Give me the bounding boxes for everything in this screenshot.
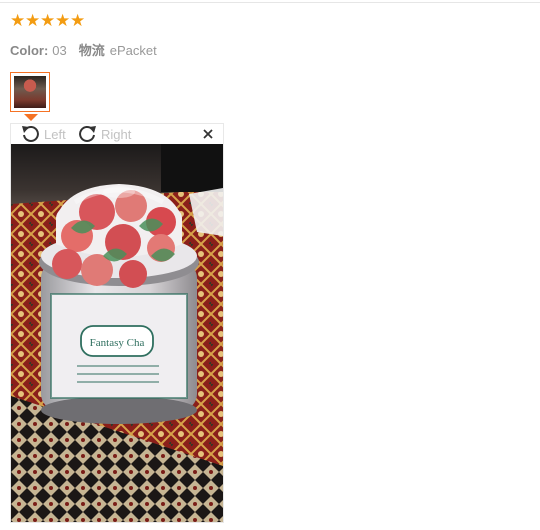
photo-viewer: Left Right Fantasy Cha [10,123,224,523]
close-button[interactable] [202,127,214,139]
star-icon: ★ [40,11,56,31]
color-label: Color: [10,43,49,58]
star-icon: ★ [70,11,86,31]
shipping-label: 物流 [78,43,105,58]
star-icon: ★ [10,11,26,31]
rotate-right-button[interactable]: Right [77,124,131,144]
color-value: 03 [52,43,67,58]
rotate-right-icon [77,124,99,144]
tea-tin-photo: Fantasy Cha [11,144,223,522]
rotate-left-button[interactable]: Left [20,124,66,144]
rotate-left-icon [20,124,42,144]
rotate-left-label: Left [44,126,66,142]
thumbnail-selected-pointer [24,114,38,121]
viewer-toolbar: Left Right [11,124,223,144]
rotate-right-label: Right [101,126,132,142]
thumbnail-image [14,76,46,108]
star-icon: ★ [55,11,71,31]
review-photo-panel: ★ ★ ★ ★ ★ Color: 03 物流 ePacket Left Righ… [0,0,540,530]
svg-text:Fantasy Cha: Fantasy Cha [90,337,145,349]
review-meta: Color: 03 物流 ePacket [10,40,157,59]
review-photo-thumbnail[interactable] [10,72,50,112]
star-rating: ★ ★ ★ ★ ★ [10,11,86,31]
shipping-value: ePacket [109,43,157,58]
review-photo: Fantasy Cha [11,144,223,522]
close-icon [203,129,213,139]
star-icon: ★ [25,11,41,31]
divider [0,2,540,3]
